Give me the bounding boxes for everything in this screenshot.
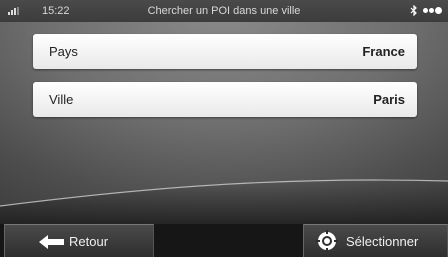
navigation-screen: 15:22 Chercher un POI dans une ville Pay… (0, 0, 448, 257)
crosshair-icon (316, 230, 338, 252)
screen-title: Chercher un POI dans une ville (147, 5, 301, 17)
status-bar: 15:22 Chercher un POI dans une ville (0, 0, 448, 22)
back-button[interactable]: Retour (4, 224, 154, 257)
gps-dot-icon (435, 6, 442, 14)
select-button[interactable]: Sélectionner (303, 224, 448, 257)
city-value: Paris (373, 92, 405, 107)
country-value: France (362, 44, 405, 59)
select-button-label: Sélectionner (346, 234, 419, 249)
gps-dot-icon (429, 7, 434, 13)
gps-dot-icon (423, 7, 428, 13)
city-row[interactable]: Ville Paris (33, 82, 417, 117)
gps-status-icons (410, 4, 442, 17)
back-button-label: Retour (69, 234, 109, 249)
country-label: Pays (49, 44, 78, 59)
city-label: Ville (49, 92, 74, 107)
arrow-left-icon (39, 235, 64, 249)
decorative-wave (0, 179, 448, 230)
bluetooth-icon (410, 4, 417, 17)
country-row[interactable]: Pays France (33, 34, 417, 69)
